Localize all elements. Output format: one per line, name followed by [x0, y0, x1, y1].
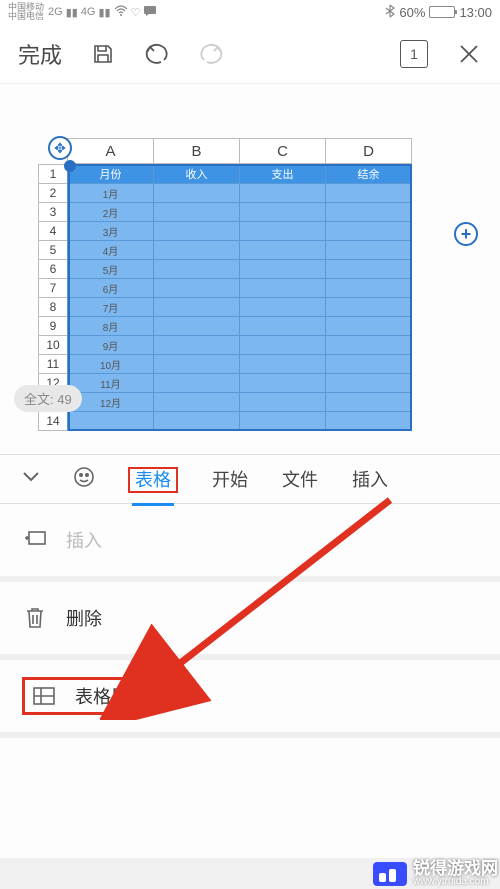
row-head[interactable]: 2: [38, 183, 68, 203]
row-head[interactable]: 9: [38, 316, 68, 336]
message-icon: [143, 5, 157, 20]
tab-insert[interactable]: 插入: [350, 462, 390, 496]
net-badge-2g: 2G: [48, 6, 63, 18]
editor-toolbar: 完成 1: [0, 24, 500, 84]
column-headers: A B C D: [68, 138, 500, 164]
clock: 13:00: [459, 5, 492, 20]
watermark-logo-icon: [373, 862, 407, 886]
table-row: 8月: [68, 316, 412, 336]
row-head[interactable]: 11: [38, 354, 68, 374]
menu-label: 删除: [66, 605, 102, 631]
panel-tab-bar: 表格 开始 文件 插入: [0, 454, 500, 504]
insert-icon: [22, 527, 48, 553]
signal-icon-2: ▮▮: [99, 6, 111, 19]
table-props-icon: [31, 683, 57, 709]
table-menu: 插入 删除 表格属性: [0, 504, 500, 858]
th-expense[interactable]: 支出: [239, 164, 326, 184]
col-head-a[interactable]: A: [67, 138, 154, 164]
carrier-2: 中国电信: [8, 12, 44, 21]
table-row: 1月: [68, 183, 412, 203]
net-badge-4g: 4G: [81, 6, 96, 18]
bluetooth-icon: [385, 4, 395, 21]
table-row: 11月: [68, 373, 412, 393]
status-bar: 中国移动 中国电信 2G ▮▮ 4G ▮▮ ♡ 60% 13:00: [0, 0, 500, 24]
tab-start[interactable]: 开始: [210, 462, 250, 496]
selection-corner-icon[interactable]: [64, 160, 76, 172]
row-head[interactable]: 10: [38, 335, 68, 355]
close-button[interactable]: [456, 41, 482, 67]
menu-label: 表格属性: [75, 683, 147, 709]
th-balance[interactable]: 结余: [325, 164, 412, 184]
battery-percent: 60%: [399, 5, 425, 20]
heart-icon: ♡: [131, 6, 141, 19]
undo-button[interactable]: [144, 41, 170, 67]
table-row: 2月: [68, 202, 412, 222]
menu-delete[interactable]: 删除: [0, 582, 500, 654]
word-count-badge: 全文: 49: [14, 385, 82, 412]
row-head[interactable]: 5: [38, 240, 68, 260]
th-income[interactable]: 收入: [153, 164, 240, 184]
assistant-icon[interactable]: [72, 465, 96, 494]
collapse-panel-button[interactable]: [20, 466, 42, 493]
table-row: 7月: [68, 297, 412, 317]
table-row: 5月: [68, 259, 412, 279]
table-row: 4月: [68, 240, 412, 260]
row-head[interactable]: 3: [38, 202, 68, 222]
table-row: 10月: [68, 354, 412, 374]
battery-icon: [429, 6, 455, 18]
signal-icon-1: ▮▮: [66, 6, 78, 19]
row-head[interactable]: 14: [38, 411, 68, 431]
menu-table-properties[interactable]: 表格属性: [0, 660, 500, 732]
watermark-url: www.ytruida.com: [413, 877, 498, 887]
table-row: 3月: [68, 221, 412, 241]
menu-label: 插入: [66, 527, 102, 553]
wifi-icon: [114, 5, 128, 20]
th-month[interactable]: 月份: [67, 164, 154, 184]
tab-table[interactable]: 表格: [126, 462, 180, 496]
table-row: [68, 411, 412, 431]
highlight-annotation: 表格: [128, 467, 178, 493]
menu-insert[interactable]: 插入: [0, 504, 500, 576]
row-head[interactable]: 4: [38, 221, 68, 241]
row-head[interactable]: 7: [38, 278, 68, 298]
status-signal-icons: 2G ▮▮ 4G ▮▮ ♡: [48, 5, 157, 20]
table-row: 9月: [68, 335, 412, 355]
redo-button[interactable]: [198, 41, 224, 67]
save-button[interactable]: [90, 41, 116, 67]
move-handle-icon[interactable]: ✥: [48, 136, 72, 160]
status-right: 60% 13:00: [385, 4, 492, 21]
table-body[interactable]: 月份 收入 支出 结余 1月 2月 3月 4月 5月 6月 7月 8月 9月 1…: [68, 164, 412, 431]
page-count-badge[interactable]: 1: [400, 40, 428, 68]
table-row: 12月: [68, 392, 412, 412]
row-head[interactable]: 6: [38, 259, 68, 279]
highlight-annotation: 表格属性: [22, 677, 156, 715]
trash-icon: [22, 605, 48, 631]
document-canvas[interactable]: ✥ + A B C D 1 2 3 4 5 6 7 8 9 10 11 12 1…: [0, 84, 500, 454]
col-head-b[interactable]: B: [153, 138, 240, 164]
done-button[interactable]: 完成: [18, 38, 62, 70]
tab-file[interactable]: 文件: [280, 462, 320, 496]
table-row: 6月: [68, 278, 412, 298]
watermark-title: 锐得游戏网: [413, 860, 498, 877]
carrier-labels: 中国移动 中国电信: [8, 3, 44, 21]
table-header-row: 月份 收入 支出 结余: [68, 164, 412, 184]
col-head-d[interactable]: D: [325, 138, 412, 164]
col-head-c[interactable]: C: [239, 138, 326, 164]
watermark: 锐得游戏网 www.ytruida.com: [373, 860, 498, 887]
row-head[interactable]: 8: [38, 297, 68, 317]
add-column-handle[interactable]: +: [454, 222, 478, 246]
